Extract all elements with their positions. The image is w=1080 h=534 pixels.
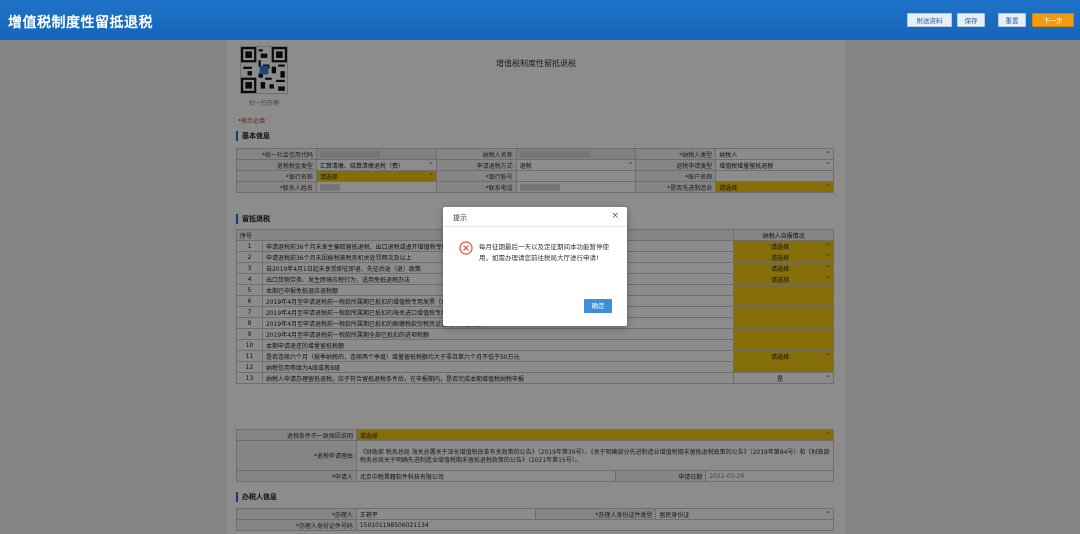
close-icon[interactable]: × xyxy=(611,211,619,221)
confirm-button[interactable]: 确定 xyxy=(584,299,612,313)
app-title: 增值税制度性留抵退税 xyxy=(8,15,153,31)
notice-dialog: 提示 × 每月征期最后一天以及定征期间本功能暂停使用，如需办理请您前往税局大厅进… xyxy=(443,207,627,326)
attach-documents-button[interactable]: 附送资料 xyxy=(907,13,952,27)
dialog-message: 每月征期最后一天以及定征期间本功能暂停使用，如需办理请您前往税局大厅进行申请! xyxy=(479,243,609,262)
save-button[interactable]: 保存 xyxy=(957,13,985,27)
next-step-button[interactable]: 下一步 xyxy=(1032,13,1074,27)
dialog-title: 提示 xyxy=(453,214,467,222)
app-header: 增值税制度性留抵退税 附送资料 保存 重置 下一步 xyxy=(0,0,1080,40)
dialog-header: 提示 × xyxy=(443,207,627,227)
error-circle-icon xyxy=(459,241,473,255)
reset-button[interactable]: 重置 xyxy=(998,13,1026,27)
